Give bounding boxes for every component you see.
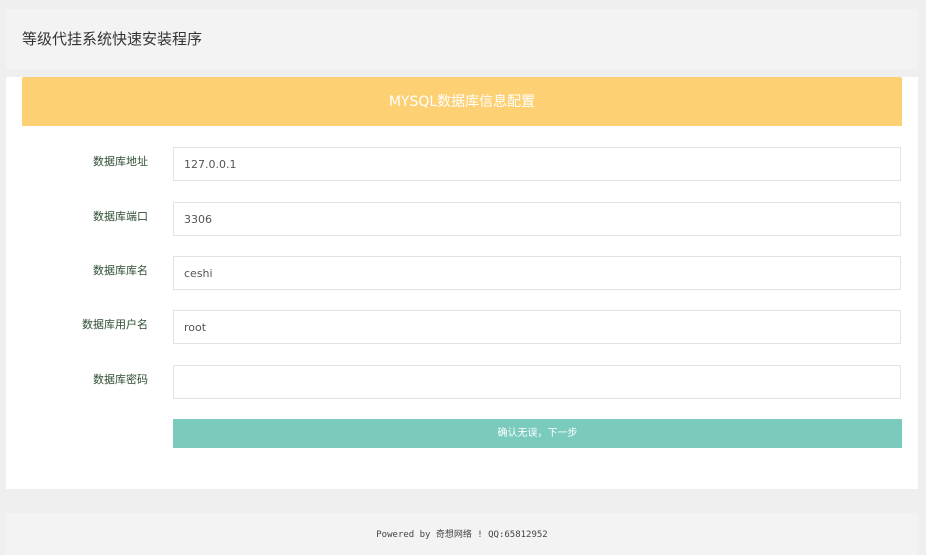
db-port-row: 数据库端口 [6, 202, 918, 238]
db-port-label: 数据库端口 [93, 210, 148, 223]
page-footer: Powered by 奇想网络 ! QQ:65812952 [6, 513, 918, 555]
db-host-label: 数据库地址 [93, 155, 148, 168]
page-title: 等级代挂系统快速安装程序 [22, 30, 203, 48]
db-host-row: 数据库地址 [6, 147, 918, 183]
panel-heading-title: MYSQL数据库信息配置 [388, 94, 536, 110]
db-user-input[interactable] [173, 310, 901, 344]
footer-credits: Powered by 奇想网络 ! QQ:65812952 [376, 530, 548, 540]
confirm-next-button[interactable]: 确认无误，下一步 [173, 419, 902, 448]
db-name-input[interactable] [173, 256, 901, 290]
db-name-label: 数据库库名 [93, 264, 148, 277]
db-password-row: 数据库密码 [6, 365, 918, 401]
page-header: 等级代挂系统快速安装程序 [6, 9, 918, 69]
db-config-panel: MYSQL数据库信息配置 数据库地址 数据库端口 数据库库名 数据库用户名 数据… [6, 77, 918, 489]
db-password-label: 数据库密码 [93, 373, 148, 386]
db-name-row: 数据库库名 [6, 256, 918, 292]
db-host-input[interactable] [173, 147, 901, 181]
db-user-label: 数据库用户名 [82, 318, 148, 331]
db-port-input[interactable] [173, 202, 901, 236]
db-password-input[interactable] [173, 365, 901, 399]
panel-heading: MYSQL数据库信息配置 [22, 77, 902, 126]
db-user-row: 数据库用户名 [6, 310, 918, 346]
